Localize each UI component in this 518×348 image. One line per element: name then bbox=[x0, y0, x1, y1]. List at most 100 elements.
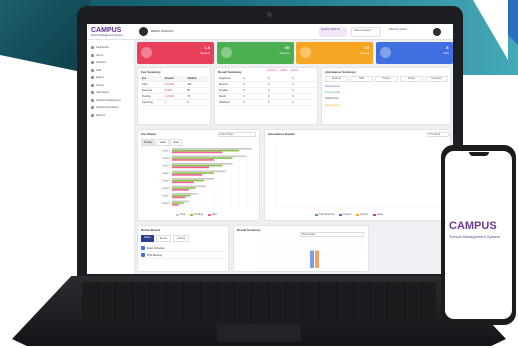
result-chart bbox=[254, 239, 364, 269]
tick-label: Class 5 bbox=[162, 180, 171, 183]
notice-item[interactable]: PTM Meeting bbox=[141, 252, 227, 259]
column-header: Fee bbox=[142, 77, 147, 80]
sidebar-item[interactable]: Students bbox=[87, 59, 134, 67]
bar[interactable] bbox=[172, 193, 198, 195]
table-cell: 70 bbox=[187, 95, 191, 98]
bar[interactable] bbox=[172, 189, 189, 191]
sidebar-item[interactable]: Reports bbox=[87, 112, 134, 120]
panel-title: Notice Board bbox=[141, 228, 160, 232]
legend-item[interactable]: Total Students bbox=[315, 213, 334, 216]
table-cell: Total bbox=[142, 83, 148, 86]
bar[interactable] bbox=[172, 196, 186, 199]
table-cell: 0 bbox=[292, 95, 294, 98]
result-tab[interactable]: Failed bbox=[280, 69, 287, 72]
legend-item[interactable]: Total bbox=[176, 213, 185, 216]
legend-swatch bbox=[190, 213, 194, 216]
bar[interactable] bbox=[172, 202, 184, 204]
camera-icon bbox=[267, 12, 272, 17]
result-tab[interactable]: Exams bbox=[291, 69, 298, 72]
notice-board-panel: Notice Board Notice Events Circular Exam S… bbox=[137, 225, 229, 272]
sidebar-list: Dashboard Admin Students Staff Exams Library A… bbox=[87, 44, 134, 119]
attendance-box[interactable]: Late Entry bbox=[425, 76, 448, 82]
bar[interactable] bbox=[172, 179, 204, 182]
notice-tab[interactable]: Events bbox=[155, 235, 172, 242]
fee-status-panel: Fee Status Select Class Monthly Yearly Cla… bbox=[137, 129, 260, 221]
bar[interactable] bbox=[172, 155, 246, 158]
bar[interactable] bbox=[172, 151, 223, 154]
legend-item[interactable]: Absent bbox=[356, 213, 368, 216]
attendance-summary-panel: Attendance Summary Students Staff Present A… bbox=[321, 67, 451, 125]
notice-tab[interactable]: Circular bbox=[173, 235, 190, 242]
sidebar-item[interactable]: Student Attendance bbox=[87, 104, 134, 112]
stat-card[interactable]: 60 Teachers bbox=[216, 42, 294, 64]
table-cell: 1,40,000 bbox=[164, 95, 174, 98]
avatar-icon[interactable] bbox=[433, 28, 441, 36]
bar[interactable] bbox=[172, 170, 226, 173]
bar[interactable] bbox=[172, 164, 223, 167]
dashboard-icon bbox=[91, 46, 94, 50]
legend-item[interactable]: Present bbox=[339, 213, 351, 216]
sidebar-item[interactable]: Library bbox=[87, 82, 134, 90]
bar[interactable] bbox=[172, 172, 214, 174]
sidebar-item[interactable]: Exams bbox=[87, 74, 134, 82]
bar[interactable] bbox=[315, 250, 319, 269]
bar[interactable] bbox=[310, 250, 314, 269]
chart-legend: Total Students Present Absent Leave bbox=[315, 213, 383, 216]
bar[interactable] bbox=[172, 174, 203, 176]
sidebar-item-label: Admin bbox=[96, 53, 104, 57]
bar[interactable] bbox=[172, 204, 179, 206]
laptop-base bbox=[12, 276, 506, 346]
bar[interactable] bbox=[172, 157, 233, 159]
session-badge[interactable]: Session 2023-24 bbox=[319, 27, 347, 37]
stat-value: 1.8 bbox=[204, 45, 210, 50]
notice-item[interactable]: Exam Schedule bbox=[141, 245, 227, 252]
stat-label: Teachers bbox=[279, 52, 290, 55]
bar[interactable] bbox=[172, 148, 252, 150]
attendance-box[interactable]: Staff bbox=[350, 76, 373, 82]
bar[interactable] bbox=[172, 194, 191, 197]
bar[interactable] bbox=[172, 187, 196, 189]
bar[interactable] bbox=[172, 185, 206, 188]
bar[interactable] bbox=[172, 178, 214, 180]
legend-label: Present bbox=[343, 213, 352, 216]
phone-notch bbox=[469, 152, 489, 156]
tick-label: Class 1 bbox=[162, 150, 171, 153]
stat-card[interactable]: 24 Classes bbox=[296, 42, 373, 64]
sidebar-item[interactable]: Admin bbox=[87, 52, 134, 60]
table-cell: 0 bbox=[268, 83, 270, 86]
bar[interactable] bbox=[172, 163, 233, 165]
stat-card[interactable]: 1.8 Students bbox=[137, 42, 214, 64]
table-cell: 80 bbox=[187, 89, 191, 92]
bar[interactable] bbox=[172, 181, 194, 184]
sidebar-item[interactable]: Student Management bbox=[87, 97, 134, 105]
app-logo[interactable]: CAMPUS School Management System bbox=[87, 24, 135, 40]
app-header: CAMPUS School Management System DEMO SCH… bbox=[87, 24, 453, 40]
result-tab[interactable]: Students bbox=[267, 69, 276, 72]
sidebar-item[interactable]: Attendance bbox=[87, 89, 134, 97]
attendance-box[interactable]: Absent bbox=[400, 76, 423, 82]
attendance-line: Attendance % bbox=[325, 104, 340, 107]
table-row[interactable]: Published 0 0 0 bbox=[218, 100, 316, 106]
attendance-box[interactable]: Students bbox=[325, 76, 348, 82]
stat-card[interactable]: 8 Staff bbox=[375, 42, 453, 64]
table-cell: Pending bbox=[142, 95, 151, 98]
laptop: CAMPUS School Management System DEMO SCH… bbox=[77, 6, 463, 278]
legend-item[interactable]: Paid bbox=[207, 213, 217, 216]
table-row[interactable]: Upcoming 0 0 bbox=[141, 100, 209, 106]
bar[interactable] bbox=[172, 200, 189, 203]
legend-item[interactable]: Leave bbox=[372, 213, 383, 216]
bar[interactable] bbox=[172, 159, 214, 161]
sidebar-item[interactable]: Staff bbox=[87, 67, 134, 75]
bar[interactable] bbox=[172, 149, 240, 152]
attendance-chart-axes bbox=[274, 144, 445, 207]
legend-swatch bbox=[176, 213, 179, 216]
switch-session-button[interactable]: Switch Session bbox=[351, 27, 381, 37]
result-summary-table: Registered 0 0 0 Entered 0 0 0 Pending 0 0 0 Result 0… bbox=[218, 76, 316, 106]
bar[interactable] bbox=[172, 166, 209, 169]
notice-title: Exam Schedule bbox=[147, 246, 165, 250]
legend-item[interactable]: Pending bbox=[190, 213, 203, 216]
result-graph-panel: Result Summary Select Class bbox=[233, 225, 369, 272]
notice-tab[interactable]: Notice bbox=[141, 235, 154, 242]
sidebar-item[interactable]: Dashboard bbox=[87, 44, 134, 52]
attendance-box[interactable]: Present bbox=[375, 76, 398, 82]
